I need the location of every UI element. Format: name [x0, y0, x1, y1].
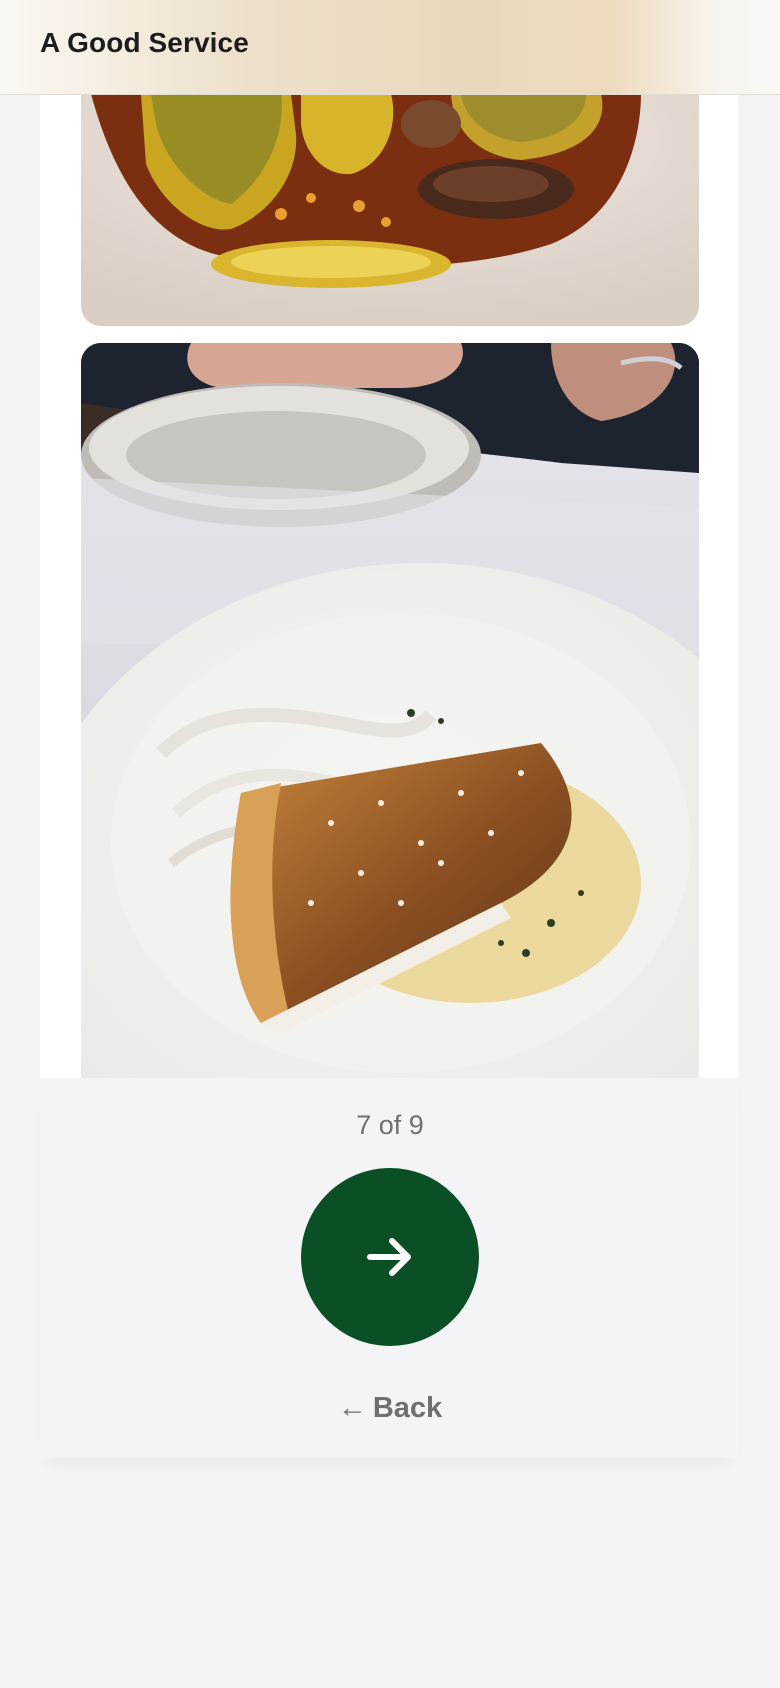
image-counter: 7 of 9	[356, 1110, 424, 1140]
back-link-label: Back	[372, 1392, 443, 1424]
arrow-right-icon	[367, 1238, 411, 1276]
seared-fish-dish-photo	[81, 343, 699, 1078]
app-title: A Good Service	[40, 27, 249, 58]
ravioli-dish-photo	[81, 94, 699, 326]
next-button[interactable]	[301, 1168, 479, 1346]
arrow-left-icon: ←	[337, 1392, 367, 1424]
back-link[interactable]: ← Back	[0, 1392, 780, 1425]
app-header: A Good Service	[0, 0, 780, 95]
